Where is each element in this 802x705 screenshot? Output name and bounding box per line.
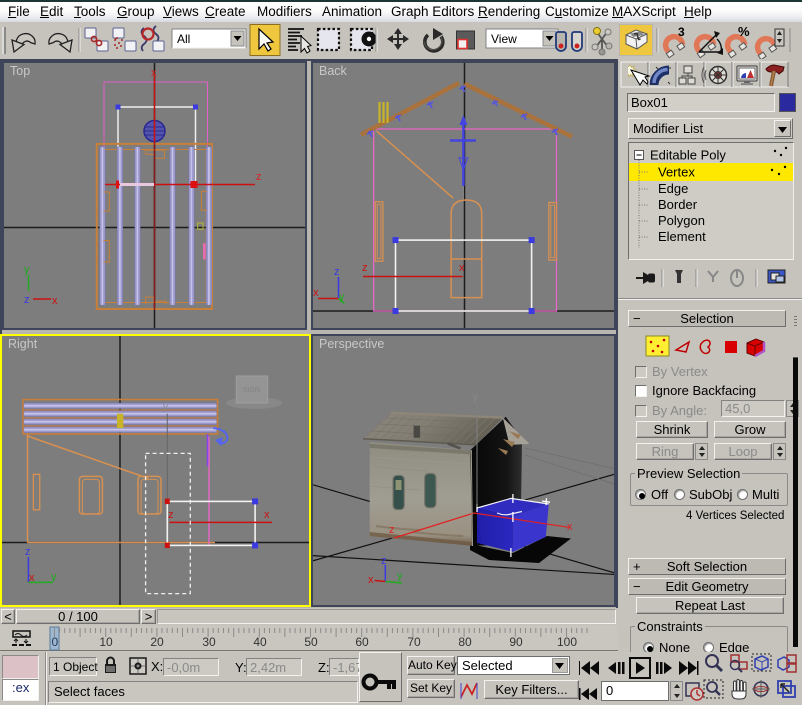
svg-text:60: 60 [355, 635, 369, 649]
svg-text:Vertex: Vertex [658, 165, 695, 180]
svg-text:x: x [459, 262, 465, 274]
svg-text:y: y [397, 570, 403, 582]
svg-text:3: 3 [678, 25, 685, 39]
svg-text:40: 40 [253, 635, 267, 649]
svg-text:20: 20 [150, 635, 164, 649]
svg-text:0: 0 [52, 635, 59, 649]
svg-text:y: y [163, 402, 168, 413]
svg-text:z: z [24, 294, 30, 306]
svg-text:z: z [389, 524, 395, 536]
svg-text:x: x [52, 295, 58, 307]
svg-text:z: z [362, 262, 368, 274]
svg-text:View: View [491, 32, 517, 46]
svg-text:30: 30 [202, 635, 216, 649]
svg-text:90: 90 [509, 635, 523, 649]
svg-text:x: x [264, 509, 270, 521]
svg-text:z: z [25, 546, 31, 558]
svg-text:y: y [473, 392, 478, 403]
svg-text:Edge: Edge [658, 181, 688, 196]
svg-text:x: x [368, 574, 374, 586]
svg-text:x: x [151, 67, 157, 79]
svg-text:10: 10 [99, 635, 113, 649]
svg-text:Polygon: Polygon [658, 213, 705, 228]
svg-text:Border: Border [658, 197, 698, 212]
svg-text:All: All [177, 32, 190, 46]
svg-text:Element: Element [658, 229, 706, 244]
svg-text:x: x [567, 521, 573, 533]
svg-text:X:: X: [151, 659, 163, 674]
svg-text:50: 50 [304, 635, 318, 649]
svg-text:z: z [168, 509, 174, 521]
svg-text:y: y [24, 264, 30, 276]
svg-text:100: 100 [557, 635, 577, 649]
svg-text:x: x [313, 287, 319, 299]
svg-text:%: % [738, 24, 750, 39]
svg-text:y: y [51, 571, 57, 583]
svg-text:SIGN: SIGN [243, 387, 260, 394]
svg-text:y: y [339, 291, 345, 303]
svg-text:z: z [334, 266, 340, 278]
svg-text:70: 70 [407, 635, 421, 649]
svg-text:80: 80 [458, 635, 472, 649]
svg-text:z: z [256, 171, 262, 183]
svg-text:Editable Poly: Editable Poly [650, 148, 726, 163]
